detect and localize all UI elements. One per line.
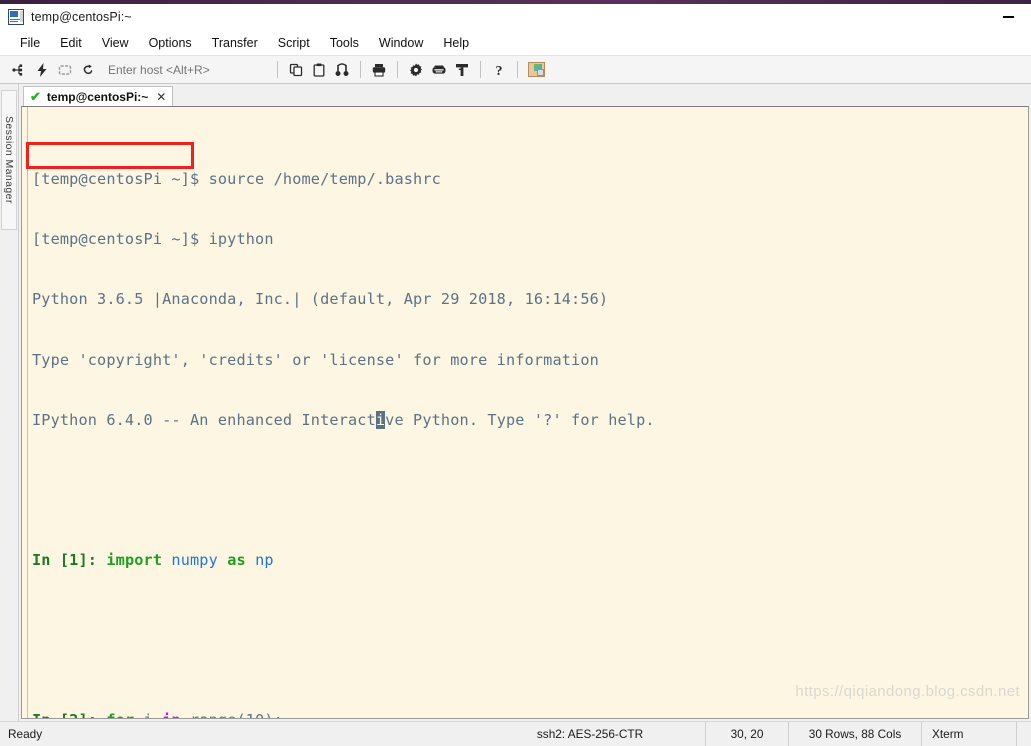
tab-label: temp@centosPi:~ [46,89,149,104]
window-title: temp@centosPi:~ [31,10,132,24]
paste-icon[interactable] [308,59,330,81]
terminal-line: [temp@centosPi ~]$ source /home/temp/.ba… [32,170,441,189]
close-icon[interactable]: ✕ [156,91,166,103]
status-resize-grip [1016,722,1031,746]
terminal-line-ipython-banner: IPython 6.4.0 -- An enhanced Interactive… [32,410,1028,430]
menu-item-edit[interactable]: Edit [50,33,92,53]
screen-capture-icon[interactable] [525,60,547,80]
session-manager-tab[interactable]: Session Manager [1,90,17,230]
session-manager-strip[interactable]: Session Manager [0,84,19,721]
kw-in: in [162,711,181,718]
alias-np: np [255,551,274,570]
reconnect-icon[interactable] [77,59,99,81]
toolbar: ? [0,56,1031,84]
status-cipher: ssh2: AES-256-CTR [536,727,644,741]
terminal-line-in-1: In [1]: import numpy as np [32,550,1028,570]
help-icon[interactable]: ? [488,59,510,81]
window-controls [986,4,1031,30]
in-prompt-2: In [2]: [32,711,106,718]
toolbar-separator-1 [277,61,278,78]
session-manager-label: Session Manager [3,116,15,204]
menu-item-view[interactable]: View [92,33,139,53]
in-prompt-1: In [1]: [32,551,107,570]
menu-item-transfer[interactable]: Transfer [202,33,268,53]
connect-icon[interactable] [8,59,30,81]
menu-item-window[interactable]: Window [369,33,433,53]
find-icon[interactable] [331,59,353,81]
terminal-line: [temp@centosPi ~]$ ipython [32,230,274,249]
menu-item-script[interactable]: Script [268,33,320,53]
connect-local-shell-icon[interactable] [54,59,76,81]
terminal-frame: [temp@centosPi ~]$ source /home/temp/.ba… [21,106,1029,719]
host-entry[interactable] [106,60,266,79]
terminal-line-python-version: Python 3.6.5 |Anaconda, Inc.| (default, … [32,290,609,309]
copy-icon[interactable] [285,59,307,81]
workspace: Session Manager ✔ temp@centosPi:~ ✕ [tem… [0,84,1031,721]
print-icon[interactable] [368,59,390,81]
menu-item-options[interactable]: Options [139,33,202,53]
status-bar: Ready ssh2: AES-256-CTR 30, 20 30 Rows, … [0,721,1031,746]
text-cursor: i [375,410,386,429]
host-input[interactable] [106,61,266,78]
menu-item-file[interactable]: File [10,33,50,53]
status-emulation: Xterm [921,722,1016,746]
securecrt-window: temp@centosPi:~ File Edit View Options T… [0,0,1031,746]
status-dimensions: 30 Rows, 88 Cols [788,722,921,746]
terminal-line-in-2: In [2]: for i in range(10): [32,710,1028,718]
tab-strip: ✔ temp@centosPi:~ ✕ [19,84,1031,106]
keyboard-icon[interactable] [428,59,450,81]
toolbar-separator-5 [517,61,518,78]
green-check-icon: ✔ [30,89,41,104]
menu-item-help[interactable]: Help [433,33,479,53]
terminal-app-icon [8,9,24,25]
kw-import: import [106,551,163,570]
gear-icon[interactable] [405,59,427,81]
toolbar-separator-4 [480,61,481,78]
status-cursor-position: 30, 20 [705,722,788,746]
status-ready: Ready [8,727,43,741]
menu-bar: File Edit View Options Transfer Script T… [0,30,1031,56]
filter-icon[interactable] [451,59,473,81]
kw-for: for [106,711,134,718]
module-numpy: numpy [171,551,218,570]
toolbar-separator-3 [397,61,398,78]
range-call: range(10): [181,711,283,718]
kw-as: as [227,551,246,570]
terminal-line: Type 'copyright', 'credits' or 'license'… [32,350,599,369]
title-bar: temp@centosPi:~ [0,4,1031,30]
terminal-column: ✔ temp@centosPi:~ ✕ [temp@centosPi ~]$ s… [19,84,1031,721]
banner-text-after-cursor: ve Python. Type '?' for help. [385,410,655,429]
svg-text:?: ? [496,64,503,78]
minimize-icon [1003,16,1014,18]
minimize-button[interactable] [986,4,1031,30]
terminal-output[interactable]: [temp@centosPi ~]$ source /home/temp/.ba… [28,107,1028,718]
quick-connect-icon[interactable] [31,59,53,81]
menu-item-tools[interactable]: Tools [320,33,369,53]
tab-temp-centospi[interactable]: ✔ temp@centosPi:~ ✕ [23,86,174,106]
toolbar-separator-2 [360,61,361,78]
banner-text-before-cursor: IPython 6.4.0 -- An enhanced Interact [32,410,376,429]
loop-var: i [134,711,162,718]
